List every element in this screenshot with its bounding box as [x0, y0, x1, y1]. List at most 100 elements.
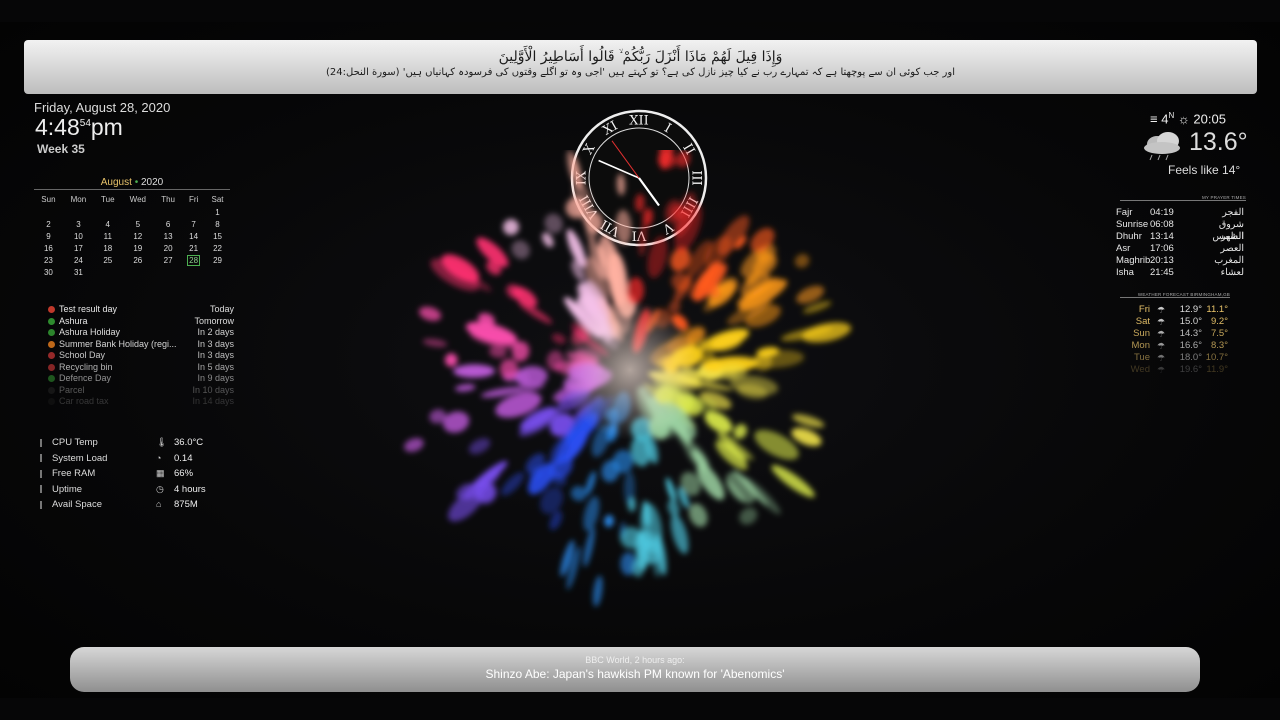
event-name: School Day	[59, 350, 106, 360]
calendar-day: 18	[103, 243, 113, 253]
forecast-day: Sun	[1133, 328, 1150, 339]
event-icon	[48, 363, 55, 371]
cloud-rain-icon: ☂	[1156, 317, 1166, 327]
system-stats: CPU Temp 🌡 36.0°C System Load ◔ 0.14 Free RAM ▦…	[40, 435, 240, 513]
stat-label: Avail Space	[52, 499, 102, 510]
calendar-day: 8	[215, 219, 220, 229]
verse-translation: اور جب کوئی ان سے پوچھتا ہے کہ تمہارے رب…	[325, 67, 955, 78]
calendar-day	[154, 266, 182, 278]
forecast-low: 11.1°	[1206, 304, 1228, 315]
event-item: Car road tax In 14 days	[48, 396, 234, 408]
calendar-day: 12	[133, 231, 143, 241]
prayer-name-arabic: المغرب	[1214, 255, 1244, 266]
prayer-name: Fajr	[1116, 207, 1133, 218]
color-burst-wallpaper	[404, 150, 852, 607]
week-number: Week 35	[37, 142, 85, 156]
event-item: Summer Bank Holiday (regi... In 3 days	[48, 339, 234, 351]
calendar-day: 28	[187, 254, 201, 266]
forecast-low: 7.5°	[1210, 328, 1228, 339]
calendar-day	[94, 206, 122, 218]
verse-arabic: وَإِذَا قِيلَ لَهُمْ مَاذَا أَنْزَلَ رَب…	[498, 49, 783, 65]
calendar-day: 9	[46, 231, 51, 241]
prayer-name-arabic: شروق الشمس	[1212, 219, 1244, 242]
calendar-day: 23	[43, 255, 53, 265]
event-when: In 3 days	[197, 350, 234, 360]
calendar-day: 17	[73, 243, 83, 253]
time-hm: 4:48	[35, 114, 80, 140]
forecast-low: 8.3°	[1210, 340, 1228, 351]
calendar-day: 3	[76, 219, 81, 229]
stat-value: 4 hours	[174, 483, 206, 495]
stat-label: System Load	[52, 452, 108, 464]
forecast-high: 15.0°	[1179, 316, 1202, 327]
prayer-name: Sunrise	[1116, 219, 1149, 230]
calendar-day: 20	[163, 243, 173, 253]
calendar-month: August	[100, 177, 132, 188]
forecast-row: Sat ☂ 15.0° 9.2°	[1118, 316, 1228, 328]
prayer-name: Isha	[1116, 267, 1134, 278]
event-item: Ashura Holiday In 2 days	[48, 327, 234, 339]
event-icon	[48, 386, 55, 394]
calendar-day	[94, 266, 122, 278]
prayer-row: Fajr 04:19 الفجر	[1116, 207, 1244, 219]
calendar-day: 29	[213, 255, 222, 265]
forecast-day: Mon	[1131, 340, 1150, 351]
calendar-day: 21	[189, 243, 199, 253]
calendar-events-list: Test result day Today Ashura Tomorrow Ashura…	[48, 304, 234, 408]
calendar-day: 27	[163, 255, 173, 265]
stat-row: Free RAM ▦ 66%	[40, 466, 240, 482]
calendar-day	[122, 266, 155, 278]
event-name: Car road tax	[59, 396, 109, 406]
calendar-day: 1	[215, 207, 220, 217]
calendar-day: 31	[73, 267, 83, 277]
event-when: In 9 days	[197, 373, 234, 383]
event-when: In 2 days	[197, 327, 234, 337]
weather-wind-sunset: ≡ 4N ☼ 20:05	[1150, 111, 1226, 127]
sunset-time: 20:05	[1193, 111, 1226, 127]
calendar-day	[205, 266, 230, 278]
prayer-name-arabic: الفجر	[1222, 207, 1244, 218]
stat-row: Avail Space ⌂ 875M	[40, 497, 240, 513]
prayer-times-table: Fajr 04:19 الفجر Sunrise 06:08 شروق الشمس Dhuh…	[1116, 207, 1244, 279]
event-when: Today	[209, 304, 234, 314]
prayer-row: Dhuhr 13:14 الظهر	[1116, 231, 1244, 243]
cloud-rain-icon: ☂	[1156, 341, 1166, 351]
event-item: Test result day Today	[48, 304, 234, 316]
event-when: In 14 days	[192, 396, 234, 406]
prayer-row: Maghrib 20:13 المغرب	[1116, 255, 1244, 267]
prayer-times-header: MY PRAYER TIMES	[1120, 195, 1246, 201]
event-name: Parcel	[59, 384, 85, 395]
current-temperature: 13.6°	[1189, 128, 1248, 156]
news-source: BBC World, 2 hours ago:	[585, 655, 685, 665]
prayer-row: Isha 21:45 لعشاء	[1116, 267, 1244, 279]
wind-icon: ≡	[1150, 111, 1158, 127]
calendar-day: 13	[163, 231, 173, 241]
stat-value: 36.0°C	[174, 437, 204, 448]
prayer-name-arabic: لعشاء	[1220, 267, 1244, 278]
calendar-day	[154, 206, 182, 218]
stat-value: 0.14	[174, 452, 193, 464]
forecast-high: 19.6°	[1179, 364, 1202, 375]
news-ticker: BBC World, 2 hours ago: Shinzo Abe: Japa…	[70, 647, 1200, 692]
calendar-day	[122, 206, 155, 218]
forecast-row: Sun ☂ 14.3° 7.5°	[1118, 328, 1228, 340]
time-seconds: 54	[79, 118, 91, 129]
forecast-high: 16.6°	[1179, 340, 1202, 351]
prayer-name-arabic: العصر	[1220, 243, 1244, 254]
event-icon	[48, 329, 55, 337]
calendar-day	[182, 266, 205, 278]
event-icon	[48, 317, 55, 325]
prayer-time: 04:19	[1150, 207, 1174, 218]
calendar-day	[63, 206, 94, 218]
current-date: Friday, August 28, 2020	[34, 100, 171, 115]
stat-row: System Load ◔ 0.14	[40, 451, 240, 467]
prayer-name: Asr	[1116, 243, 1131, 254]
stat-row: Uptime ◷ 4 hours	[40, 482, 240, 498]
event-item: Ashura Tomorrow	[48, 316, 234, 328]
calendar-day: 7	[191, 219, 196, 229]
calendar-year: 2020	[140, 177, 164, 188]
forecast-row: Fri ☂ 12.9° 11.1°	[1118, 304, 1228, 316]
forecast-row: Wed ☂ 19.6° 11.9°	[1118, 364, 1228, 376]
calendar-weekday: Tue	[101, 194, 115, 204]
event-icon	[48, 306, 55, 314]
